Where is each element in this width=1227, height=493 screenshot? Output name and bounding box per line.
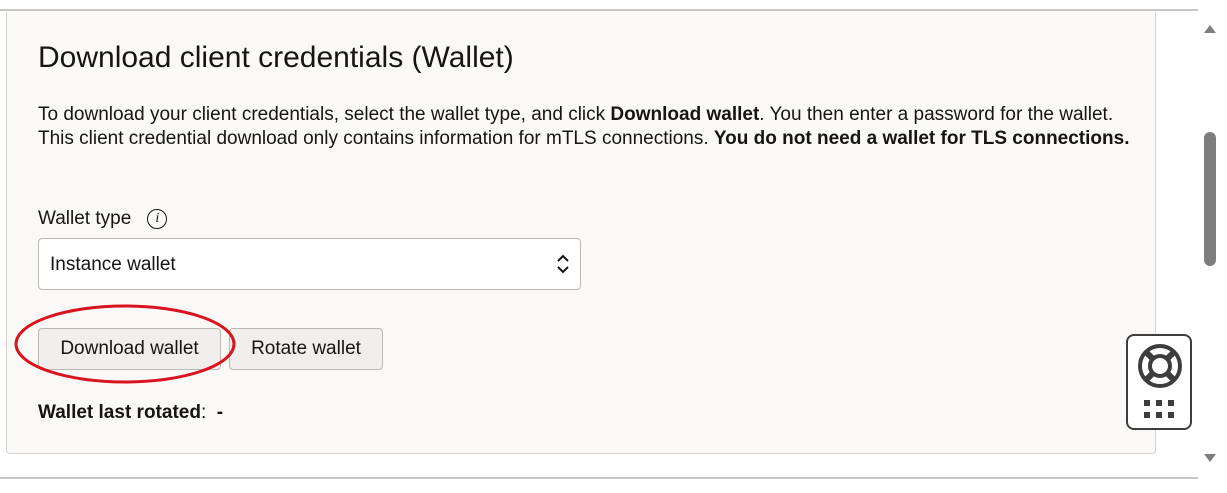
scrollbar-thumb[interactable]	[1204, 132, 1216, 266]
wallet-panel: Download client credentials (Wallet) To …	[6, 12, 1156, 454]
wallet-last-rotated: Wallet last rotated: -	[38, 402, 224, 423]
annotation-circle	[14, 304, 236, 384]
info-icon[interactable]: i	[147, 209, 168, 229]
grid-icon[interactable]	[1144, 400, 1176, 420]
help-widget[interactable]	[1126, 334, 1192, 430]
wallet-last-rotated-value: -	[216, 402, 224, 423]
bottom-divider	[0, 477, 1198, 479]
chevron-up-down-icon	[557, 254, 569, 274]
lifebuoy-icon[interactable]	[1137, 343, 1183, 389]
wallet-last-rotated-label: Wallet last rotated	[38, 402, 201, 423]
top-divider	[0, 9, 1198, 11]
wallet-type-label-row: Wallet type i	[38, 208, 168, 230]
wallet-type-select[interactable]: Instance wallet	[38, 238, 581, 290]
scroll-down-arrow-icon[interactable]	[1203, 453, 1217, 463]
wallet-type-label: Wallet type	[38, 208, 132, 229]
section-title: Download client credentials (Wallet)	[38, 41, 514, 74]
section-description: To download your client credentials, sel…	[38, 104, 1130, 149]
rotate-wallet-button[interactable]: Rotate wallet	[229, 328, 383, 370]
wallet-type-value: Instance wallet	[50, 254, 176, 275]
scroll-up-arrow-icon[interactable]	[1203, 24, 1217, 34]
